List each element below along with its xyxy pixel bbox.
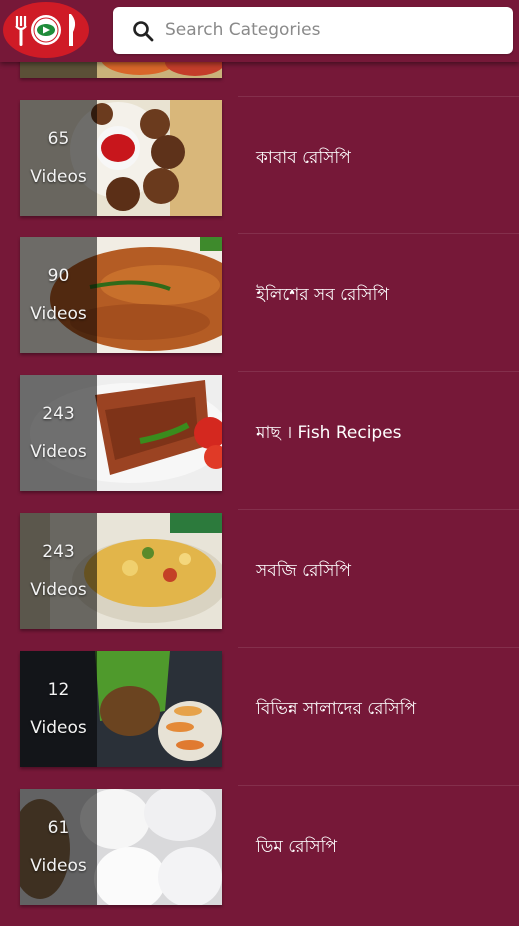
video-count: 243 [42,404,75,424]
video-count-overlay: 90 Videos [20,237,97,353]
video-count-label: Videos [30,718,87,738]
category-list: 65 Videos কাবাব রেসিপি 90 Videos ইলিশের … [0,0,519,905]
category-row[interactable]: 243 Videos সবজি রেসিপি [0,509,519,650]
app-header [0,0,519,62]
video-count-label: Videos [30,304,87,324]
category-row[interactable]: 12 Videos বিভিন্ন সালাদের রেসিপি [0,647,519,788]
video-count-label: Videos [30,580,87,600]
video-count-label: Videos [30,856,87,876]
video-count-label: Videos [30,167,87,187]
category-row[interactable]: 243 Videos মাছ । Fish Recipes [0,371,519,512]
video-count: 12 [47,680,70,700]
search-box[interactable] [113,7,513,54]
category-row[interactable]: 61 Videos ডিম রেসিপি [0,785,519,926]
category-thumbnail: 61 Videos [20,789,222,905]
row-divider [238,785,519,786]
video-count-overlay: 65 Videos [20,100,97,216]
category-thumbnail: 90 Videos [20,237,222,353]
video-count-label: Videos [30,442,87,462]
category-title[interactable]: ইলিশের সব রেসিপি [256,282,389,310]
category-thumbnail: 65 Videos [20,100,222,216]
plate-fork-knife-play-icon[interactable] [3,2,89,58]
search-input[interactable] [165,13,495,47]
row-divider [238,509,519,510]
video-count-overlay: 12 Videos [20,651,97,767]
category-title[interactable]: ডিম রেসিপি [256,834,337,862]
row-divider [238,371,519,372]
category-row[interactable]: 90 Videos ইলিশের সব রেসিপি [0,233,519,374]
category-thumbnail: 243 Videos [20,375,222,491]
video-count: 61 [47,818,70,838]
category-thumbnail: 243 Videos [20,513,222,629]
category-row[interactable]: 65 Videos কাবাব রেসিপি [0,96,519,237]
category-title[interactable]: সবজি রেসিপি [256,558,351,586]
video-count-overlay: 243 Videos [20,513,97,629]
video-count-overlay: 61 Videos [20,789,97,905]
video-count: 243 [42,542,75,562]
video-count: 65 [47,129,70,149]
category-title[interactable]: কাবাব রেসিপি [256,145,351,173]
category-thumbnail: 12 Videos [20,651,222,767]
video-count: 90 [47,266,70,286]
row-divider [238,96,519,97]
search-icon[interactable] [132,20,154,42]
row-divider [238,647,519,648]
category-title[interactable]: বিভিন্ন সালাদের রেসিপি [256,696,416,724]
row-divider [238,233,519,234]
video-count-overlay: 243 Videos [20,375,97,491]
category-title[interactable]: মাছ । Fish Recipes [256,420,402,448]
